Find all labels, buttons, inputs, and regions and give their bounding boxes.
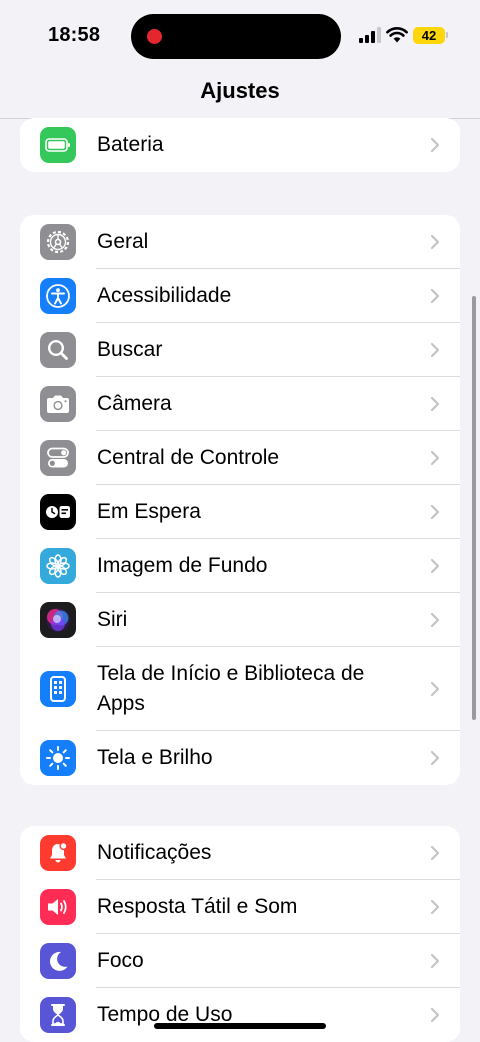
- battery-icon: [40, 127, 76, 163]
- settings-row-notificacoes[interactable]: Notificações: [20, 826, 460, 880]
- settings-row-label: Tela e Brilho: [97, 746, 213, 769]
- settings-row-em-espera[interactable]: Em Espera: [20, 485, 460, 539]
- settings-row-camera[interactable]: Câmera: [20, 377, 460, 431]
- settings-row-geral[interactable]: Geral: [20, 215, 460, 269]
- camera-icon: [40, 386, 76, 422]
- settings-row-tela-e-brilho[interactable]: Tela e Brilho: [20, 731, 460, 785]
- chevron-right-icon: [430, 1007, 440, 1023]
- page-title: Ajustes: [200, 78, 280, 103]
- settings-row-central-de-controle[interactable]: Central de Controle: [20, 431, 460, 485]
- chevron-right-icon: [430, 899, 440, 915]
- scrollbar[interactable]: [472, 296, 476, 720]
- chevron-right-icon: [430, 750, 440, 766]
- settings-group-notifications: Notificações Resposta Tátil e Som Foco T…: [20, 826, 460, 1042]
- recording-indicator-icon: [147, 29, 162, 44]
- dynamic-island[interactable]: [131, 14, 341, 59]
- settings-row-foco[interactable]: Foco: [20, 934, 460, 988]
- settings-row-buscar[interactable]: Buscar: [20, 323, 460, 377]
- settings-row-siri[interactable]: Siri: [20, 593, 460, 647]
- settings-row-label: Siri: [97, 608, 128, 631]
- settings-group-general: Geral Acessibilidade Buscar Câmera Centr…: [20, 215, 460, 785]
- bell-icon: [40, 835, 76, 871]
- magnifier-icon: [40, 332, 76, 368]
- settings-row-bateria[interactable]: Bateria: [20, 118, 460, 172]
- toggles-icon: [40, 440, 76, 476]
- battery-percentage: 42: [413, 27, 445, 44]
- home-screen-icon: [40, 671, 76, 707]
- accessibility-icon: [40, 278, 76, 314]
- siri-icon: [40, 602, 76, 638]
- chevron-right-icon: [430, 612, 440, 628]
- settings-row-label: Imagem de Fundo: [97, 554, 268, 577]
- chevron-right-icon: [430, 845, 440, 861]
- settings-row-resposta-tatil-e-som[interactable]: Resposta Tátil e Som: [20, 880, 460, 934]
- settings-row-label: Câmera: [97, 392, 172, 415]
- chevron-right-icon: [430, 504, 440, 520]
- settings-row-label: Notificações: [97, 841, 212, 864]
- chevron-right-icon: [430, 558, 440, 574]
- chevron-right-icon: [430, 288, 440, 304]
- settings-row-label: Resposta Tátil e Som: [97, 895, 298, 918]
- settings-row-label: Foco: [97, 949, 144, 972]
- wifi-icon: [386, 25, 408, 43]
- settings-row-label: Tela de Início e Biblioteca de Apps: [97, 662, 365, 715]
- home-indicator[interactable]: [154, 1023, 326, 1029]
- settings-row-label: Em Espera: [97, 500, 201, 523]
- chevron-right-icon: [430, 450, 440, 466]
- status-time: 18:58: [48, 24, 101, 46]
- settings-row-label: Geral: [97, 230, 149, 253]
- sun-icon: [40, 740, 76, 776]
- settings-row-tempo-de-uso[interactable]: Tempo de Uso: [20, 988, 460, 1042]
- chevron-right-icon: [430, 137, 440, 153]
- hourglass-icon: [40, 997, 76, 1033]
- chevron-right-icon: [430, 234, 440, 250]
- settings-row-imagem-de-fundo[interactable]: Imagem de Fundo: [20, 539, 460, 593]
- flower-icon: [40, 548, 76, 584]
- speaker-icon: [40, 889, 76, 925]
- chevron-right-icon: [430, 396, 440, 412]
- gear-icon: [40, 224, 76, 260]
- settings-row-label: Acessibilidade: [97, 284, 232, 307]
- standby-icon: [40, 494, 76, 530]
- chevron-right-icon: [430, 953, 440, 969]
- settings-row-tela-de-inicio[interactable]: Tela de Início e Biblioteca de Apps: [20, 647, 460, 731]
- settings-row-acessibilidade[interactable]: Acessibilidade: [20, 269, 460, 323]
- cellular-signal-icon: [359, 27, 381, 43]
- settings-row-label: Central de Controle: [97, 446, 280, 469]
- settings-row-label: Buscar: [97, 338, 163, 361]
- chevron-right-icon: [430, 342, 440, 358]
- chevron-right-icon: [430, 681, 440, 697]
- settings-row-label: Bateria: [97, 133, 164, 156]
- status-bar: 18:58 42: [0, 0, 480, 70]
- moon-icon: [40, 943, 76, 979]
- battery-status-icon: 42: [413, 27, 448, 44]
- settings-group-battery: Bateria: [20, 118, 460, 172]
